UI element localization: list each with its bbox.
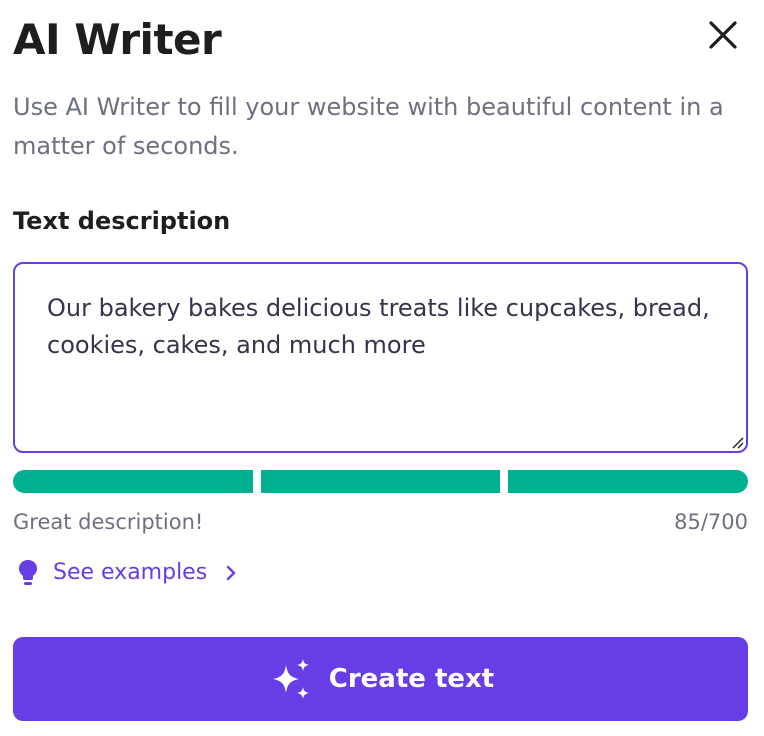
close-icon <box>709 21 737 49</box>
page-subtitle: Use AI Writer to fill your website with … <box>13 93 724 160</box>
resize-handle-icon[interactable] <box>730 435 744 449</box>
close-button[interactable] <box>706 18 740 52</box>
see-examples-link[interactable]: See examples <box>16 558 238 588</box>
create-text-button[interactable]: Create text <box>13 637 748 721</box>
chevron-right-icon <box>226 565 236 581</box>
create-text-label: Create text <box>328 664 495 694</box>
page-title: AI Writer <box>13 15 222 64</box>
lightbulb-icon <box>19 560 37 585</box>
sparkles-icon <box>272 659 309 699</box>
description-quality-meter <box>13 470 749 493</box>
see-examples-label: See examples <box>53 560 208 585</box>
quality-meter-segment <box>13 470 253 493</box>
quality-meter-segment <box>260 470 501 493</box>
quality-meter-segment <box>508 470 749 493</box>
character-counter: 85/700 <box>674 510 748 534</box>
text-description-field-wrapper <box>13 262 748 453</box>
description-status-text: Great description! <box>13 510 204 534</box>
text-description-label: Text description <box>13 207 231 235</box>
text-description-field[interactable] <box>15 264 746 451</box>
